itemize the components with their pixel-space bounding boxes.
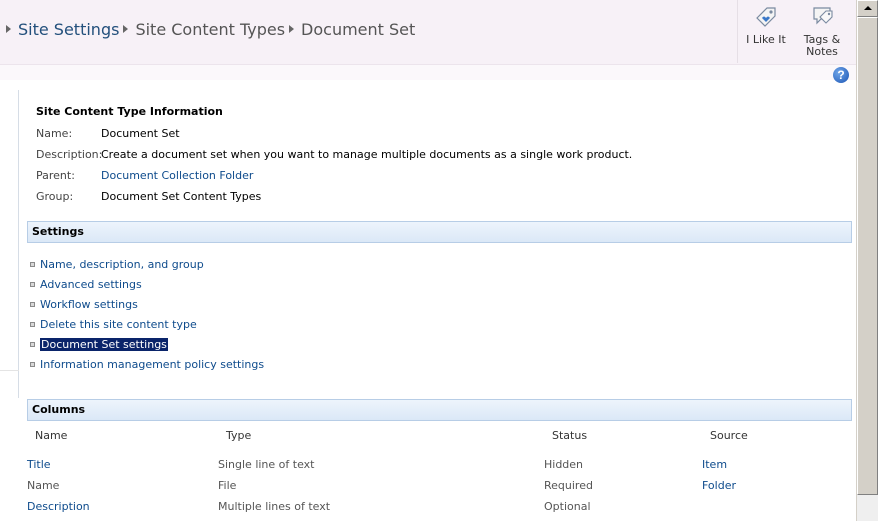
bullet-icon [30, 321, 35, 327]
settings-link-information-policy[interactable]: Information management policy settings [40, 358, 264, 371]
header-substrip [0, 64, 856, 80]
column-status: Hidden [544, 458, 584, 471]
settings-link-name-description-group[interactable]: Name, description, and group [40, 258, 204, 271]
column-status: Required [544, 479, 593, 492]
info-value: Create a document set when you want to m… [101, 148, 633, 161]
settings-item[interactable]: Workflow settings [30, 297, 138, 311]
breadcrumb-site-settings[interactable]: Site Settings [18, 20, 119, 39]
info-label: Parent: [36, 169, 75, 182]
info-value: Document Set [101, 127, 180, 140]
settings-link-workflow[interactable]: Workflow settings [40, 298, 138, 311]
info-row-description: Description: Create a document set when … [36, 148, 632, 162]
breadcrumb-separator-icon [123, 25, 129, 33]
info-row-group: Group: Document Set Content Types [36, 190, 261, 204]
column-name: Name [27, 479, 60, 492]
bullet-icon [30, 301, 35, 307]
breadcrumb: Site Settings Site Content Types Documen… [2, 18, 415, 40]
like-tag-icon [756, 7, 776, 27]
info-label: Description: [36, 148, 103, 161]
column-header-source: Source [710, 429, 748, 442]
column-source-link[interactable]: Item [702, 458, 727, 471]
social-tools: I Like It Tags & Notes [737, 0, 856, 63]
columns-section-header: Columns [27, 399, 852, 421]
bullet-icon [30, 361, 35, 367]
info-row-parent: Parent: Document Collection Folder [36, 169, 253, 183]
settings-link-delete[interactable]: Delete this site content type [40, 318, 197, 331]
breadcrumb-separator-icon [6, 25, 11, 33]
column-status: Optional [544, 500, 591, 513]
column-name-link[interactable]: Title [27, 458, 51, 471]
bullet-icon [30, 341, 35, 347]
bullet-icon [30, 261, 35, 267]
info-label: Name: [36, 127, 73, 140]
settings-item[interactable]: Information management policy settings [30, 357, 264, 371]
column-type: File [218, 479, 237, 492]
bullet-icon [30, 281, 35, 287]
breadcrumb-separator-icon [289, 25, 295, 33]
i-like-it-label: I Like It [746, 33, 786, 46]
column-name-link[interactable]: Description [27, 500, 90, 513]
column-header-status: Status [552, 429, 588, 442]
column-header-name: Name [35, 429, 68, 442]
settings-section-header: Settings [27, 221, 852, 243]
tags-notes-icon [813, 7, 833, 25]
info-row-name: Name: Document Set [36, 127, 180, 141]
settings-item[interactable]: Name, description, and group [30, 257, 204, 271]
info-section-title: Site Content Type Information [36, 105, 223, 118]
tags-notes-button[interactable]: Tags & Notes [794, 0, 850, 63]
info-label: Group: [36, 190, 74, 203]
column-type: Multiple lines of text [218, 500, 331, 513]
left-navigation-strip [0, 90, 19, 398]
parent-link[interactable]: Document Collection Folder [101, 169, 253, 183]
breadcrumb-site-content-types[interactable]: Site Content Types [135, 20, 285, 39]
breadcrumb-document-set: Document Set [301, 19, 416, 39]
tags-notes-label: Tags & Notes [803, 33, 841, 58]
settings-item[interactable]: Advanced settings [30, 277, 142, 291]
scroll-thumb[interactable] [857, 17, 878, 495]
column-header-type: Type [226, 429, 252, 442]
settings-link-document-set[interactable]: Document Set settings [40, 337, 168, 351]
info-value: Document Set Content Types [101, 190, 262, 203]
settings-item[interactable]: Delete this site content type [30, 317, 197, 331]
scroll-up-icon[interactable] [857, 0, 878, 17]
vertical-scrollbar[interactable] [856, 0, 878, 521]
left-nav-divider [0, 370, 19, 371]
i-like-it-button[interactable]: I Like It [738, 0, 794, 63]
column-source-link[interactable]: Folder [702, 479, 736, 492]
settings-item[interactable]: Document Set settings [30, 337, 168, 351]
column-type: Single line of text [218, 458, 315, 471]
help-icon[interactable]: ? [833, 67, 849, 83]
settings-link-advanced[interactable]: Advanced settings [40, 278, 142, 291]
